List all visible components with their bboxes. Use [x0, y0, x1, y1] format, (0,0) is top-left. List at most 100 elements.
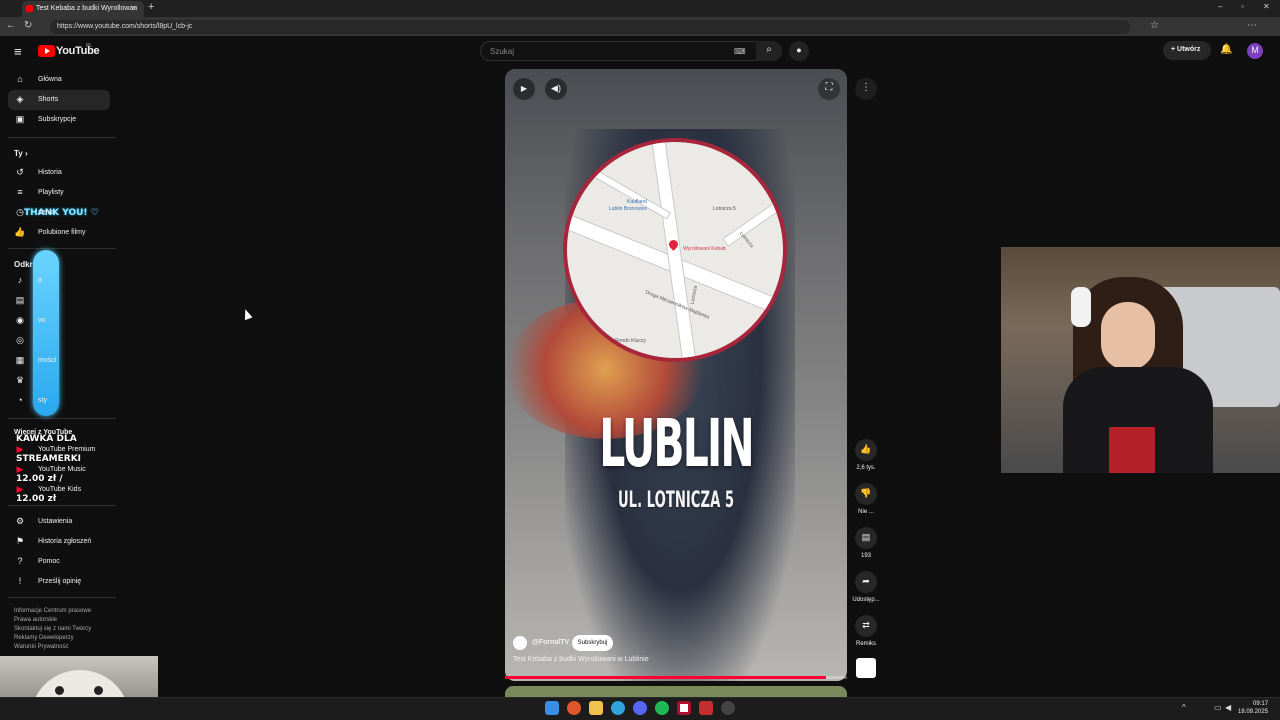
sidebar-item[interactable]: ♪ a	[8, 271, 110, 291]
menu-icon[interactable]: ≡	[14, 44, 22, 59]
map-label: Lublin Bronowice	[609, 206, 648, 212]
map-circle: Kaufland Lublin Bronowice Lotnicza 5 Wyr…	[563, 138, 787, 362]
sidebar-item[interactable]: ⚙ Ustawienia	[8, 512, 110, 532]
browser-tab-bar	[0, 0, 1280, 17]
sidebar-item[interactable]: ? Pomoc	[8, 552, 110, 572]
sidebar-item[interactable]: 👍 Polubione filmy	[8, 223, 110, 243]
bookmark-star-icon[interactable]: ☆	[1150, 20, 1159, 31]
avatar[interactable]: M	[1247, 43, 1263, 59]
video-title[interactable]: Test Kebaba z budki Wyrollowani w Lublin…	[513, 656, 649, 663]
tray-chevron-icon[interactable]: ^	[1182, 703, 1186, 712]
channel-name[interactable]: @FornalTV	[532, 639, 569, 646]
footer-link[interactable]: Prawa autorskie	[14, 616, 114, 625]
fullscreen-button[interactable]: ⛶	[818, 78, 840, 100]
sidebar-item-label: Polubione filmy	[38, 229, 86, 236]
dislike-button[interactable]: 👎 Nie ...	[850, 483, 882, 515]
sidebar-item[interactable]: ▣ Subskrypcje	[8, 110, 110, 130]
sound-thumbnail[interactable]	[856, 658, 876, 678]
youtube-logo-text[interactable]: YouTube	[56, 45, 100, 57]
sidebar-item[interactable]: ◈ Shorts	[8, 90, 110, 110]
footer-link[interactable]: Skontaktuj się z nami Twórcy	[14, 625, 114, 634]
share-button[interactable]: ➦ Udostęp...	[850, 571, 882, 603]
app-icon[interactable]	[677, 701, 691, 715]
reload-icon[interactable]: ↻	[24, 20, 32, 31]
channel-avatar[interactable]	[513, 636, 527, 650]
footer-link[interactable]: Informacje Centrum prasowe	[14, 607, 114, 616]
youtube-logo-icon[interactable]	[38, 45, 55, 57]
sidebar-item-label: sty	[38, 397, 47, 404]
minimize-icon[interactable]: –	[1218, 2, 1222, 11]
section-you-heading[interactable]: Ty ›	[14, 149, 28, 158]
footer-link[interactable]: Reklamy Deweloperzy	[14, 634, 114, 643]
sidebar-item[interactable]: ◔ sty	[8, 391, 110, 411]
map-label: Wyrollowani Kebab	[683, 246, 726, 252]
search-input[interactable]: Szukaj	[490, 47, 514, 56]
subscribe-button[interactable]: Subskrybuj	[572, 635, 613, 651]
sidebar-item[interactable]: ▦ mości	[8, 351, 110, 371]
comments-button[interactable]: ▤ 193	[850, 527, 882, 559]
tab-close-icon[interactable]: ×	[132, 4, 137, 13]
like-button[interactable]: 👍 2,6 tys.	[850, 439, 882, 471]
feedback-icon: !	[18, 576, 22, 586]
sidebar-item[interactable]: ≡ Playlisty	[8, 183, 110, 203]
notifications-bell-icon[interactable]: 🔔	[1220, 44, 1232, 55]
browser-menu-icon[interactable]: ⋯	[1247, 20, 1257, 31]
sidebar-item-label: Historia	[38, 169, 62, 176]
firefox-icon[interactable]	[567, 701, 581, 715]
subscriptions-icon: ▣	[15, 114, 25, 124]
sidebar-item[interactable]: ⚑ Historia zgłoszeń	[8, 532, 110, 552]
help-icon: ?	[17, 556, 23, 566]
sidebar-item[interactable]: ⌂ Główna	[8, 70, 110, 90]
close-window-icon[interactable]: ✕	[1263, 2, 1270, 11]
sidebar-item-label: zenia	[38, 209, 55, 216]
more-options-button[interactable]: ⋮	[855, 78, 877, 100]
sidebar-item[interactable]: ♛	[8, 371, 110, 391]
sidebar-item[interactable]: ▤	[8, 291, 110, 311]
spotify-icon[interactable]	[655, 701, 669, 715]
discord-icon[interactable]	[633, 701, 647, 715]
map-label: Lotnicza	[689, 285, 699, 305]
new-tab-icon[interactable]: +	[148, 1, 154, 13]
sidebar-item-label: Główna	[38, 76, 62, 83]
back-icon[interactable]: ←	[6, 20, 16, 31]
speaker-icon[interactable]: ◀	[1225, 703, 1231, 712]
sidebar-item[interactable]: ◎	[8, 331, 110, 351]
taskbar-clock[interactable]: 09:17 18.09.2025	[1238, 700, 1268, 716]
browser-tab[interactable]: Test Kebaba z budki Wyrollowan ×	[22, 1, 144, 17]
streamer-webcam	[1001, 247, 1280, 473]
mic-icon: ●	[796, 45, 802, 55]
share-icon: ➦	[855, 571, 877, 593]
sidebar-item[interactable]: ▶ YouTube Kids	[8, 480, 110, 500]
flag-icon: ⚑	[15, 536, 25, 546]
search-box[interactable]: Szukaj ⌨	[480, 41, 782, 61]
sidebar-item[interactable]: ! Prześlij opinię	[8, 572, 110, 592]
app-icon[interactable]	[721, 701, 735, 715]
app-icon[interactable]	[699, 701, 713, 715]
start-icon[interactable]	[545, 701, 559, 715]
map-label: Kaufland	[627, 199, 647, 205]
search-button[interactable]: ⌕	[756, 41, 782, 61]
sidebar-item[interactable]: ↺ Historia	[8, 163, 110, 183]
live-icon: ◉	[16, 315, 24, 325]
keyboard-icon[interactable]: ⌨	[734, 47, 746, 56]
dislike-label: Nie ...	[858, 509, 874, 515]
maximize-icon[interactable]: ▫	[1241, 2, 1244, 11]
voice-search-button[interactable]: ●	[789, 41, 809, 61]
remix-button[interactable]: ⇄ Remiks	[850, 615, 882, 647]
footer-link[interactable]: Warunki Prywatność	[14, 643, 114, 652]
play-button[interactable]: ▶	[513, 78, 535, 100]
trophy-icon: ♛	[15, 375, 25, 385]
edge-icon[interactable]	[611, 701, 625, 715]
volume-button[interactable]: ◀)	[545, 78, 567, 100]
sidebar-item[interactable]: ▶ YouTube Music	[8, 460, 110, 480]
sidebar-item[interactable]: ▶ YouTube Premium	[8, 440, 110, 460]
url-field[interactable]: https://www.youtube.com/shorts/l8pU_lcb-…	[50, 20, 1130, 34]
sidebar-item[interactable]: ◉ vo	[8, 311, 110, 331]
network-icon[interactable]: ▭	[1214, 703, 1222, 712]
explorer-icon[interactable]	[589, 701, 603, 715]
map-label: Lotnicza 5	[713, 206, 736, 212]
sidebar-item[interactable]: ◷ zenia	[8, 203, 110, 223]
create-button[interactable]: + Utwórz	[1163, 41, 1211, 60]
sidebar-item-label: Pomoc	[38, 558, 60, 565]
music-icon: ♪	[17, 275, 23, 285]
